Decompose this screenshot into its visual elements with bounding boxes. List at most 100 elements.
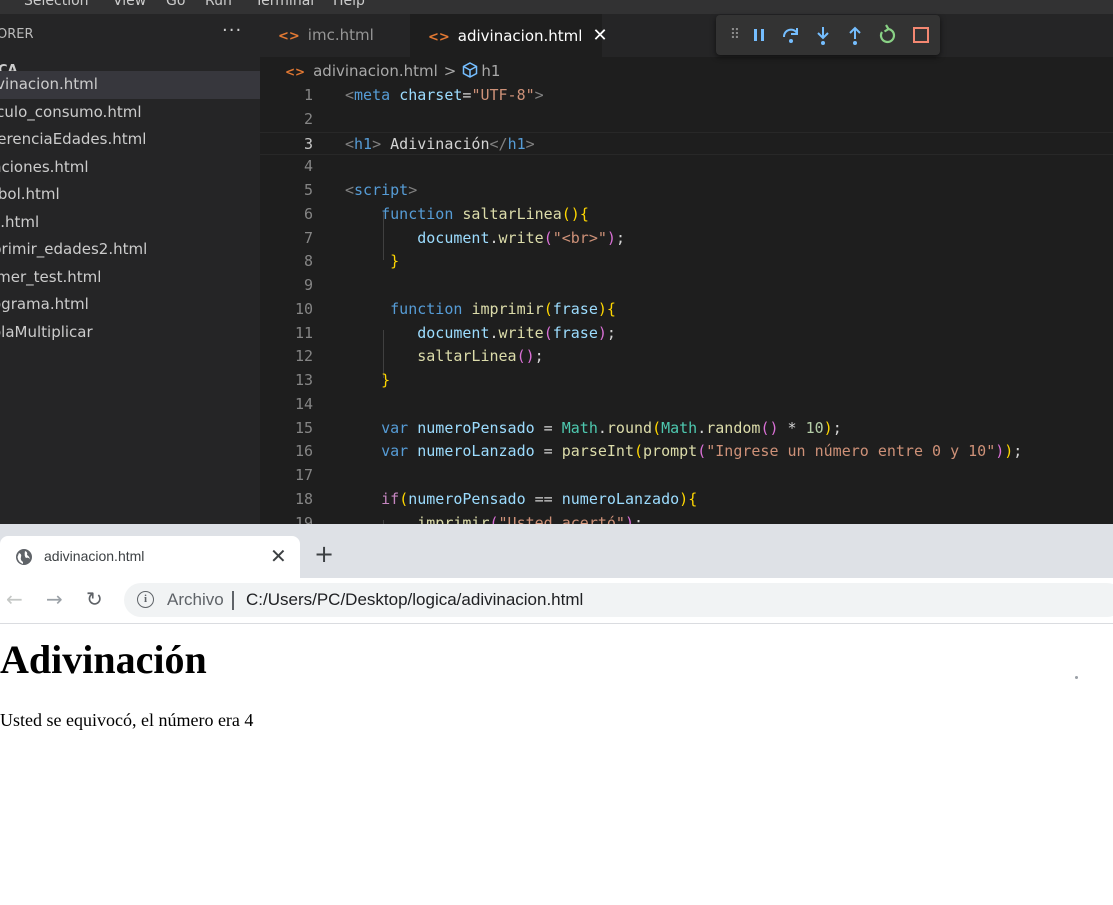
restart-icon[interactable] xyxy=(875,23,899,47)
html-file-icon: <> xyxy=(278,29,300,44)
code-editor[interactable]: 1 <meta charset="UTF-8"> 2 3 <h1> Adivinac… xyxy=(260,84,1113,524)
menu-terminal[interactable]: Terminal xyxy=(255,0,314,9)
browser-tab[interactable]: adivinacion.html ✕ xyxy=(0,536,300,578)
line-number: 16 xyxy=(294,442,313,461)
file-name: ograma.html xyxy=(0,295,89,313)
file-item[interactable]: primir_edades2.html xyxy=(0,236,260,264)
code-line: 1 <meta charset="UTF-8"> xyxy=(260,84,1113,108)
tab-adivinacion[interactable]: <> adivinacion.html ✕ xyxy=(410,14,608,57)
line-number: 14 xyxy=(294,394,313,413)
browser-toolbar: ← → ↻ i Archivo C:/Users/PC/Desktop/logi… xyxy=(0,578,1113,624)
grip-icon[interactable]: ⠿ xyxy=(723,23,747,47)
cursor-dot xyxy=(1075,676,1078,679)
file-item[interactable]: ivinacion.html xyxy=(0,71,260,99)
code-line: 19 imprimir("Usted acertó"); xyxy=(260,512,1113,525)
menu-help[interactable]: Help xyxy=(333,0,365,9)
breadcrumb-separator: > xyxy=(443,62,457,80)
code-line: 14 xyxy=(260,393,1113,417)
code-line: 9 xyxy=(260,274,1113,298)
browser-window: adivinacion.html ✕ + ← → ↻ i Archivo C:/… xyxy=(0,524,1113,905)
menu-run[interactable]: Run xyxy=(205,0,232,9)
tab-label: imc.html xyxy=(307,26,374,44)
back-arrow-icon[interactable]: ← xyxy=(6,587,23,611)
line-number: 13 xyxy=(294,371,313,389)
code-line: 4 xyxy=(260,155,1113,179)
line-number: 7 xyxy=(303,228,313,247)
globe-icon xyxy=(15,548,33,571)
html-file-icon: <> xyxy=(428,30,450,45)
url-text[interactable]: C:/Users/PC/Desktop/logica/adivinacion.h… xyxy=(246,590,583,610)
debug-toolbar: ⠿ xyxy=(716,15,940,55)
breadcrumb-file[interactable]: adivinacion.html xyxy=(313,62,438,80)
tab-imc[interactable]: <> imc.html xyxy=(260,14,410,57)
step-over-icon[interactable] xyxy=(779,23,803,47)
file-item[interactable]: lculo_consumo.html xyxy=(0,99,260,127)
page-content: Adivinación Usted se equivocó, el número… xyxy=(0,624,1113,905)
menu-bar: Selection View Go Run Terminal Help xyxy=(0,0,1113,14)
vscode-window: Selection View Go Run Terminal Help ORER… xyxy=(0,0,1113,524)
code-line: 5 <script> xyxy=(260,179,1113,203)
line-number: 9 xyxy=(303,276,313,294)
code-line: 13 } xyxy=(260,369,1113,393)
line-number: 4 xyxy=(303,157,313,176)
breadcrumb-symbol[interactable]: h1 xyxy=(481,62,500,80)
chip-divider xyxy=(232,591,234,610)
result-message: Usted se equivocó, el número era 4 xyxy=(0,710,254,730)
file-item[interactable]: ferenciaEdades.html xyxy=(0,126,260,154)
pause-icon[interactable] xyxy=(747,23,771,47)
line-number: 15 xyxy=(294,418,313,437)
close-icon[interactable]: ✕ xyxy=(270,544,287,568)
page-heading: Adivinación xyxy=(0,637,207,682)
file-name: c.html xyxy=(0,212,40,231)
more-actions-icon[interactable]: ··· xyxy=(222,20,242,41)
menu-selection[interactable]: Selection xyxy=(24,0,89,9)
file-item[interactable]: nciones.html xyxy=(0,154,260,182)
line-number: 8 xyxy=(303,252,313,271)
info-icon[interactable]: i xyxy=(137,591,154,608)
code-line: 15 var numeroPensado = Math.round(Math.r… xyxy=(260,417,1113,441)
forward-arrow-icon[interactable]: → xyxy=(46,587,63,611)
step-into-icon[interactable] xyxy=(811,23,835,47)
code-line: 16 var numeroLanzado = parseInt(prompt("… xyxy=(260,440,1113,464)
file-name: imer_test.html xyxy=(0,267,102,286)
file-name: ivinacion.html xyxy=(0,75,98,93)
line-number: 19 xyxy=(294,513,313,525)
browser-tab-title: adivinacion.html xyxy=(44,548,145,564)
line-number: 2 xyxy=(303,109,313,128)
line-number: 5 xyxy=(303,181,313,199)
line-number: 11 xyxy=(294,323,313,342)
file-name: ferenciaEdades.html xyxy=(0,130,147,148)
file-item[interactable]: ograma.html xyxy=(0,291,260,319)
address-bar[interactable]: i Archivo C:/Users/PC/Desktop/logica/adi… xyxy=(124,583,1113,617)
file-name: tbol.html xyxy=(0,185,60,203)
tab-label: adivinacion.html xyxy=(457,27,583,45)
file-name: primir_edades2.html xyxy=(0,240,148,258)
html-file-icon: <> xyxy=(285,65,306,79)
file-item[interactable]: olaMultiplicar xyxy=(0,319,260,347)
file-item[interactable]: imer_test.html xyxy=(0,264,260,292)
line-number: 17 xyxy=(294,466,313,484)
code-line: 18 if(numeroPensado == numeroLanzado){ xyxy=(260,488,1113,512)
code-line: 11 document.write(frase); xyxy=(260,322,1113,346)
file-item[interactable]: c.html xyxy=(0,209,260,237)
file-name: lculo_consumo.html xyxy=(0,102,142,121)
editor-tab-bar: <> imc.html <> adivinacion.html ✕ xyxy=(260,14,1113,57)
code-line: 17 xyxy=(260,464,1113,488)
stop-icon[interactable] xyxy=(909,23,933,47)
new-tab-button[interactable]: + xyxy=(314,542,334,566)
line-number: 1 xyxy=(303,86,313,104)
file-name: olaMultiplicar xyxy=(0,322,93,341)
line-number: 18 xyxy=(294,489,313,508)
breadcrumb: <> adivinacion.html > h1 xyxy=(285,60,500,82)
menu-view[interactable]: View xyxy=(113,0,146,9)
explorer-title: ORER xyxy=(0,27,34,42)
reload-icon[interactable]: ↻ xyxy=(86,587,103,611)
close-tab-icon[interactable]: ✕ xyxy=(592,25,607,46)
line-number: 6 xyxy=(303,204,313,223)
menu-go[interactable]: Go xyxy=(166,0,185,9)
file-item[interactable]: tbol.html xyxy=(0,181,260,209)
line-number: 10 xyxy=(294,299,313,318)
step-out-icon[interactable] xyxy=(843,23,867,47)
browser-tab-strip: adivinacion.html ✕ + xyxy=(0,524,1113,578)
symbol-icon xyxy=(462,62,478,80)
